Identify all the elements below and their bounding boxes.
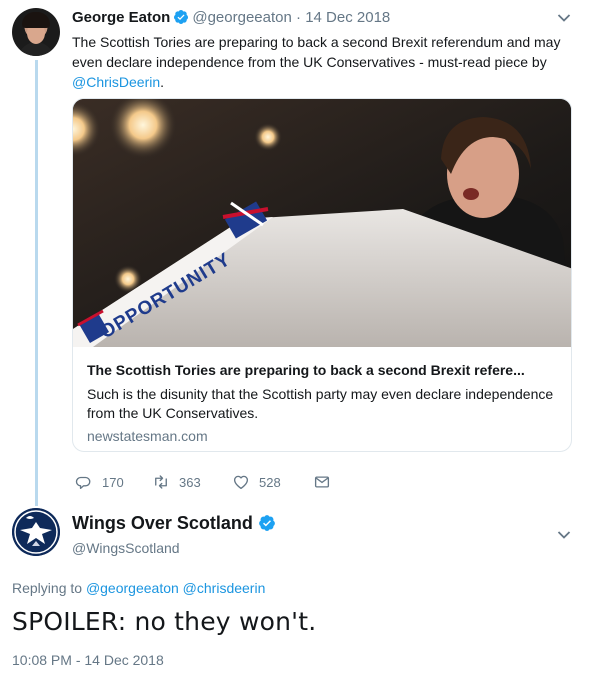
replying-to-label: Replying to [12, 580, 83, 596]
card-description: Such is the disunity that the Scottish p… [87, 386, 554, 421]
chevron-down-icon[interactable] [557, 530, 571, 540]
tweet-actions: 170 363 528 [72, 470, 372, 494]
card-body: The Scottish Tories are preparing to bac… [87, 361, 561, 444]
reply-count: 170 [102, 474, 124, 490]
like-button[interactable]: 528 [232, 470, 281, 494]
verified-icon [174, 10, 189, 24]
retweet-icon [155, 475, 167, 489]
reply-icon [75, 476, 91, 490]
tweet-timestamp[interactable]: 10:08 PM - 14 Dec 2018 [12, 652, 164, 668]
mention-link[interactable]: @ChrisDeerin [72, 74, 160, 90]
conference-photo: OPPORTUNITY [73, 99, 571, 347]
tweet-date[interactable]: 14 Dec 2018 [305, 9, 390, 26]
author-name-text[interactable]: Wings Over Scotland [72, 513, 253, 533]
author-name[interactable]: George Eaton [72, 9, 170, 26]
chevron-down-icon[interactable] [557, 13, 571, 23]
direct-message-button[interactable] [313, 470, 340, 494]
reply-mention-chrisdeerin[interactable]: @chrisdeerin [183, 580, 266, 596]
thread-connector-line [35, 60, 38, 506]
retweet-button[interactable]: 363 [152, 470, 201, 494]
tweet-text-body: The Scottish Tories are preparing to bac… [72, 34, 561, 70]
tweet-text-end: . [160, 74, 165, 90]
author-handle[interactable]: @WingsScotland [72, 540, 180, 556]
card-title[interactable]: The Scottish Tories are preparing to bac… [87, 361, 561, 379]
avatar[interactable] [12, 8, 60, 56]
reply-tweet-text: SPOILER: no they won't. [12, 607, 317, 636]
replying-to-line: Replying to @georgeeaton @chrisdeerin [12, 580, 265, 596]
tweet-header: George Eaton @georgeeaton · 14 Dec 2018 [72, 9, 390, 26]
avatar[interactable] [12, 508, 60, 556]
reply-mention-georgeeaton[interactable]: @georgeeaton [86, 580, 179, 596]
author-handle[interactable]: @georgeeaton [192, 9, 291, 26]
tweet-text: The Scottish Tories are preparing to bac… [72, 32, 562, 92]
link-preview-card[interactable]: OPPORTUNITY The Scottish Tories are prep… [72, 98, 572, 452]
card-domain: newstatesman.com [87, 428, 208, 444]
card-image: OPPORTUNITY [73, 99, 571, 347]
reply-button[interactable]: 170 [75, 470, 124, 494]
author-name: Wings Over Scotland [72, 513, 276, 534]
direct-message-icon [314, 476, 330, 488]
like-count: 528 [259, 474, 281, 490]
separator-dot: · [296, 9, 302, 26]
wings-logo [12, 508, 60, 556]
retweet-count: 363 [179, 474, 201, 490]
like-icon [233, 475, 249, 490]
verified-icon [258, 515, 275, 531]
